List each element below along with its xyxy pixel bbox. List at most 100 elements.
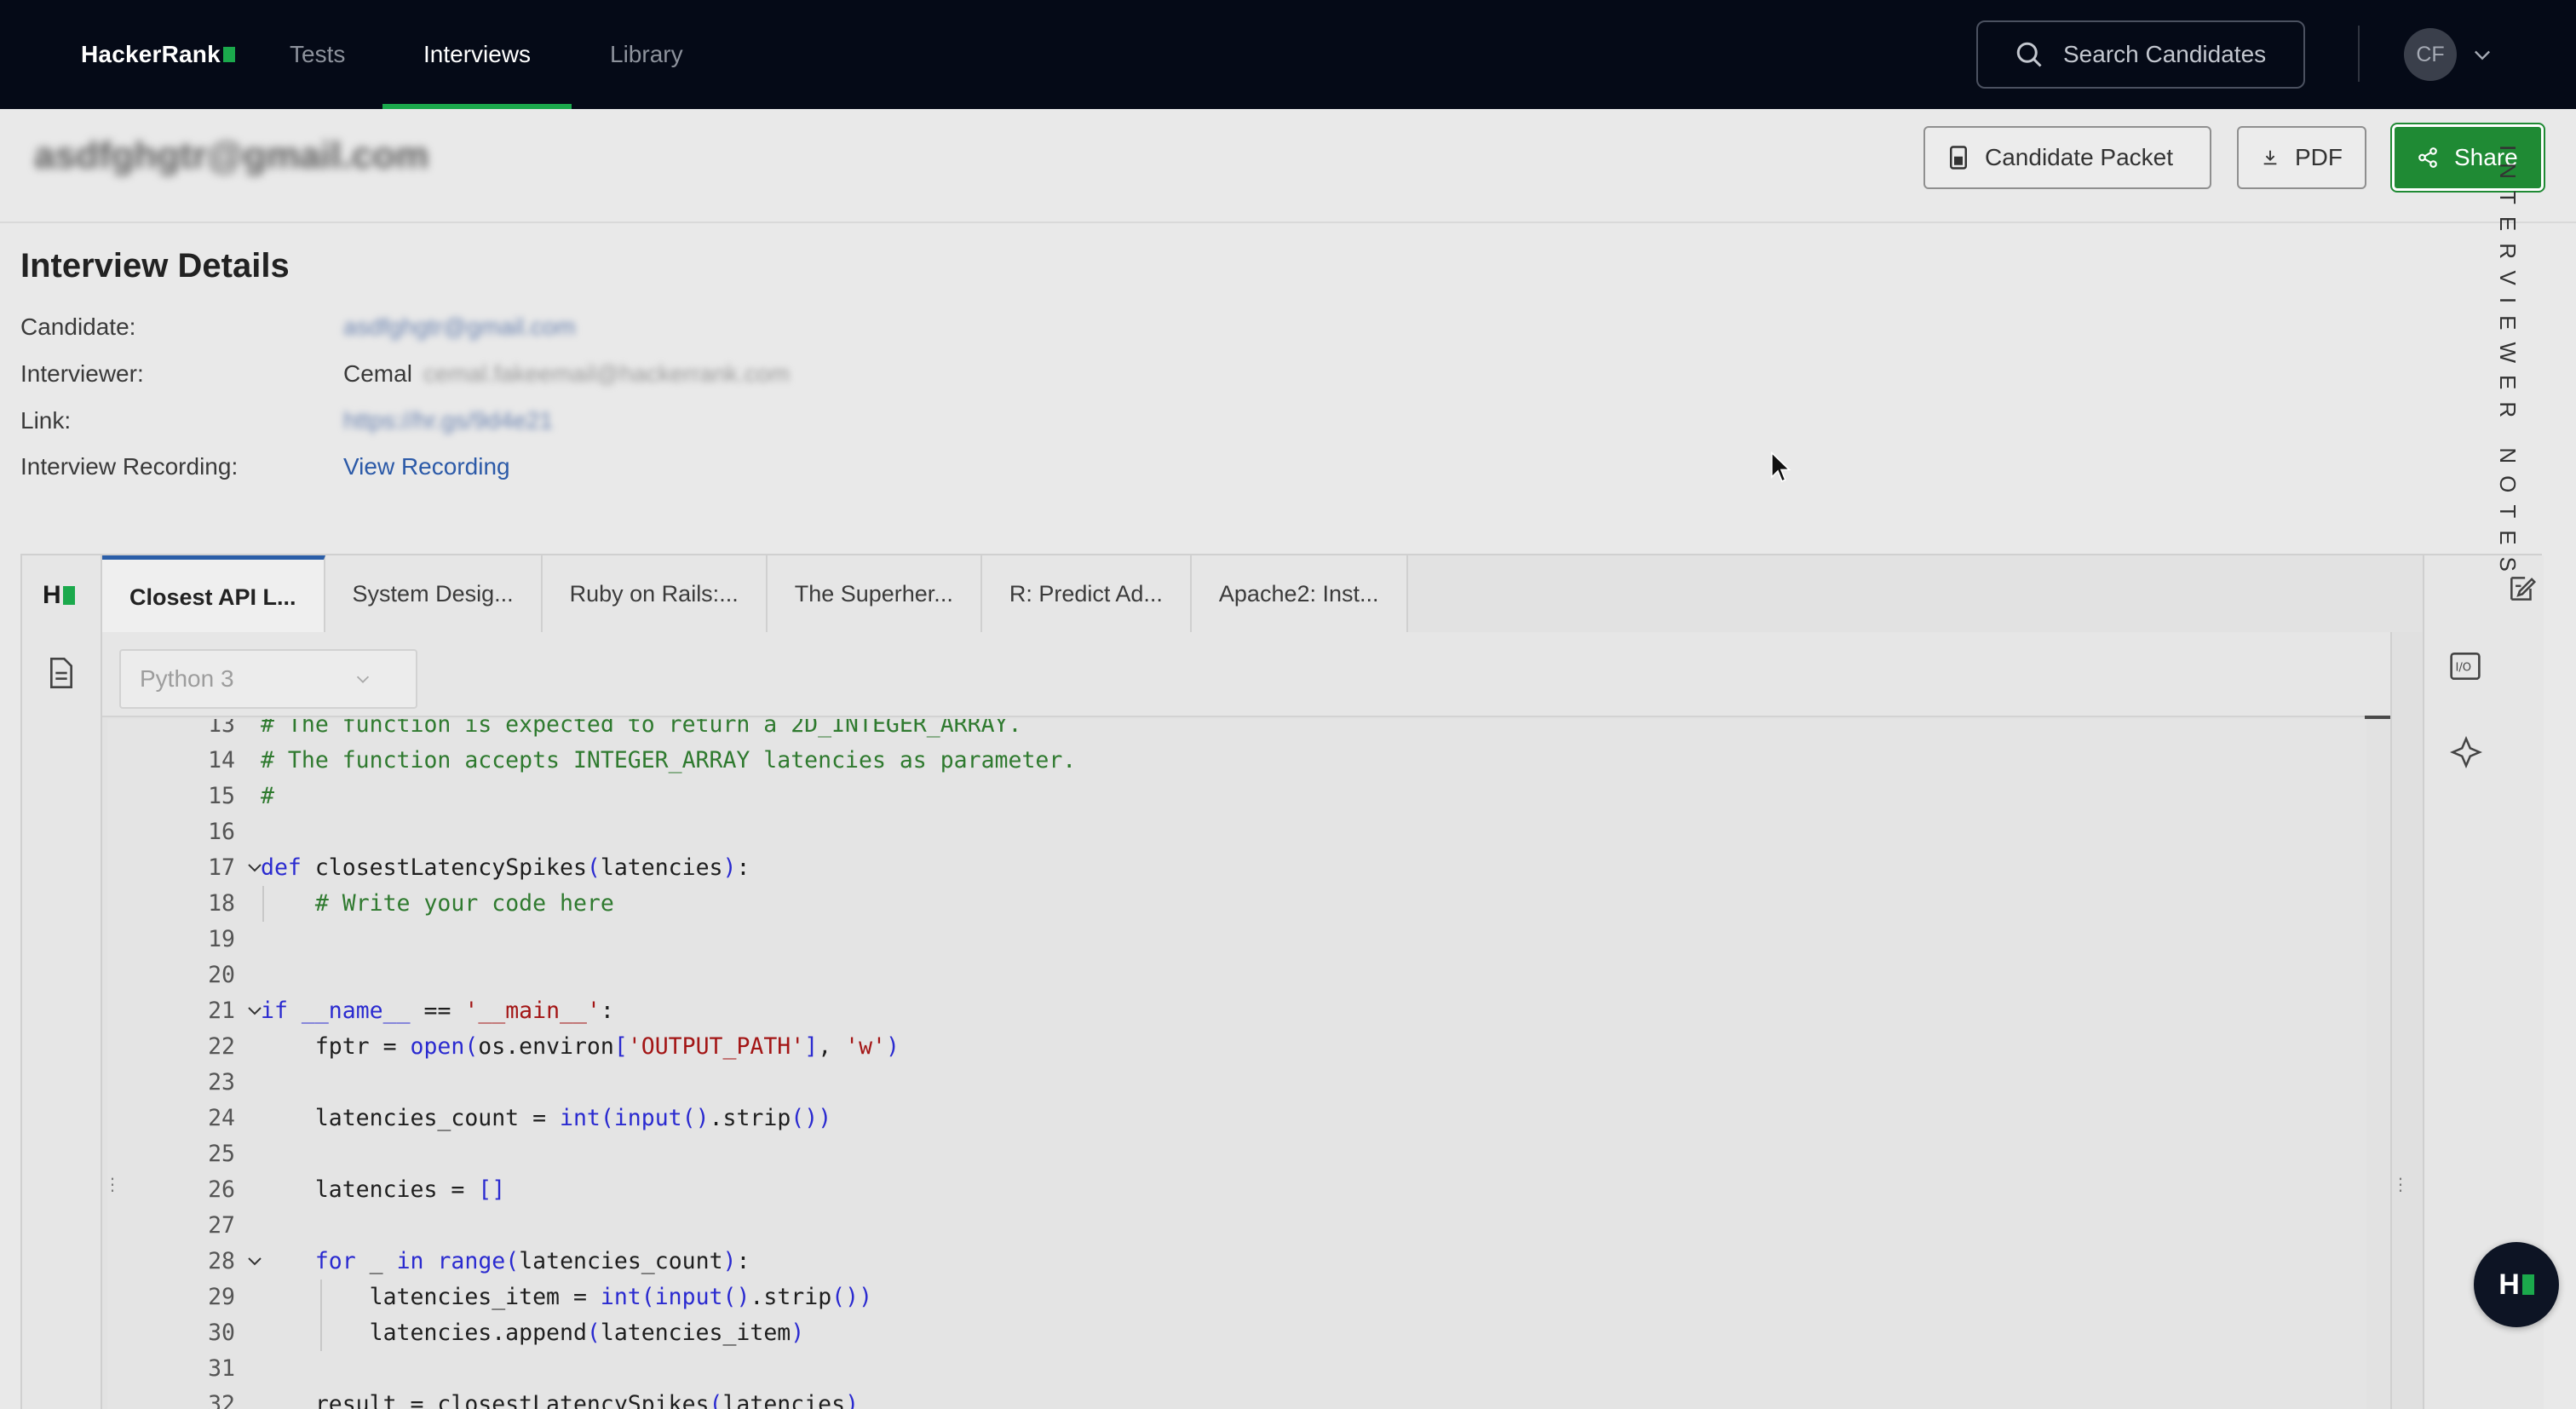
code-text: if __name__ == '__main__': (261, 998, 614, 1024)
io-icon[interactable]: I/O (2448, 651, 2482, 681)
code-line[interactable]: 27 (107, 1208, 2366, 1244)
candidate-email-link[interactable]: asdfghgtr@gmail.com (343, 313, 576, 341)
code-line[interactable]: 22 fptr = open(os.environ['OUTPUT_PATH']… (107, 1029, 2366, 1065)
line-number: 21 (208, 998, 235, 1024)
ai-sparkle-icon[interactable] (2450, 736, 2482, 768)
interview-link[interactable]: https://hr.gs/9d4e21 (343, 407, 553, 434)
line-number: 28 (208, 1248, 235, 1274)
nav-link-tests[interactable]: Tests (290, 0, 345, 109)
search-candidates-input[interactable]: Search Candidates (1976, 20, 2305, 89)
language-value: Python 3 (140, 665, 234, 692)
line-number: 18 (208, 890, 235, 917)
language-select[interactable]: Python 3 (119, 649, 417, 709)
share-button[interactable]: Share (2390, 123, 2545, 193)
code-line[interactable]: 25 (107, 1136, 2366, 1172)
candidate-packet-button[interactable]: Candidate Packet (1923, 126, 2211, 189)
right-resize-handle[interactable]: ⋮ (2392, 1176, 2409, 1193)
code-line[interactable]: 20 (107, 958, 2366, 993)
link-label: Link: (20, 407, 72, 434)
pdf-download-button[interactable]: PDF (2237, 126, 2366, 189)
pdf-label: PDF (2295, 144, 2343, 170)
nav-link-library[interactable]: Library (610, 0, 683, 109)
tab-question-5[interactable]: R: Predict Ad... (981, 555, 1192, 632)
line-number: 19 (208, 926, 235, 952)
nav-link-interviews[interactable]: Interviews (382, 0, 572, 109)
user-avatar[interactable]: CF (2404, 28, 2457, 81)
candidate-label: Candidate: (20, 313, 136, 340)
candidate-packet-label: Candidate Packet (1985, 144, 2174, 170)
top-navigation-bar: HackerRank Tests Interviews Library Sear… (0, 0, 2576, 109)
indent-guide (262, 886, 264, 922)
code-line[interactable]: 14 # The function accepts INTEGER_ARRAY l… (107, 743, 2366, 779)
interviewer-notes-label[interactable]: INTERVIEWER NOTES (2494, 145, 2521, 584)
tab-question-1[interactable]: Closest API L... (102, 555, 325, 632)
code-line[interactable]: 31 (107, 1351, 2366, 1387)
code-line[interactable]: 21 if __name__ == '__main__': (107, 993, 2366, 1029)
view-recording-link[interactable]: View Recording (343, 453, 510, 480)
svg-text:I/O: I/O (2456, 662, 2472, 675)
code-text: result = closestLatencySpikes(latencies) (261, 1391, 860, 1409)
mouse-cursor-icon (1771, 451, 1791, 482)
interview-recording-label: Interview Recording: (20, 453, 239, 480)
interviewer-email: cemal.fakeemail@hackerrank.com (423, 360, 790, 387)
code-line[interactable]: 28 for _ in range(latencies_count): (107, 1244, 2366, 1280)
hr-mini-logo: H (43, 581, 75, 610)
tab-question-4[interactable]: The Superher... (767, 555, 982, 632)
interviewer-name: Cemal (343, 360, 412, 387)
line-number: 31 (208, 1355, 235, 1382)
nav-divider (2358, 26, 2360, 82)
code-text: # (261, 783, 274, 809)
code-editor-panel: H Closest API L... System Desig... Ruby … (20, 554, 2544, 1409)
line-number: 29 (208, 1284, 235, 1310)
download-icon (2263, 150, 2277, 165)
left-resize-handle[interactable]: ⋮ (104, 1176, 121, 1193)
code-line[interactable]: 23 (107, 1065, 2366, 1101)
code-line[interactable]: 29 latencies_item = int(input().strip()) (107, 1280, 2366, 1315)
code-line[interactable]: 18 # Write your code here (107, 886, 2366, 922)
logo-text: HackerRank (81, 41, 221, 67)
line-number: 13 (208, 719, 235, 738)
line-number: 22 (208, 1033, 235, 1060)
code-line[interactable]: 15 # (107, 779, 2366, 814)
code-text: # The function accepts INTEGER_ARRAY lat… (261, 747, 1077, 774)
tab-question-6[interactable]: Apache2: Inst... (1191, 555, 1408, 632)
hackerrank-assistant-button[interactable]: H (2474, 1242, 2559, 1327)
code-text: latencies_item = int(input().strip()) (261, 1284, 873, 1310)
line-number: 16 (208, 819, 235, 845)
code-line[interactable]: 17 def closestLatencySpikes(latencies): (107, 850, 2366, 886)
question-tabs: Closest API L... System Desig... Ruby on… (102, 555, 1408, 632)
chevron-down-icon[interactable] (2470, 43, 2494, 66)
line-number: 14 (208, 747, 235, 774)
editor-toolbar: Python 3 (102, 632, 2394, 717)
code-text: # Write your code here (314, 890, 614, 917)
code-line[interactable]: 32 result = closestLatencySpikes(latenci… (107, 1387, 2366, 1409)
code-text: for _ in range(latencies_count): (314, 1248, 750, 1274)
search-icon (2016, 42, 2042, 67)
code-line[interactable]: 26 latencies = [] (107, 1172, 2366, 1208)
line-number: 30 (208, 1320, 235, 1346)
line-number: 25 (208, 1141, 235, 1167)
code-line[interactable]: 16 (107, 814, 2366, 850)
code-line[interactable]: 19 (107, 922, 2366, 958)
chevron-down-icon (356, 676, 369, 683)
problem-statement-icon[interactable] (46, 656, 77, 690)
line-number: 23 (208, 1069, 235, 1096)
code-line[interactable]: 13 # The function is expected to return a… (107, 719, 2366, 743)
code-area[interactable]: 13 # The function is expected to return a… (107, 719, 2366, 1409)
tab-question-3[interactable]: Ruby on Rails:... (542, 555, 768, 632)
line-number: 20 (208, 962, 235, 988)
candidate-header: asdfghgtr@gmail.com Candidate Packet PDF… (0, 109, 2576, 223)
document-icon (1950, 146, 1967, 170)
hackerrank-logo[interactable]: HackerRank (81, 37, 235, 72)
scroll-position-marker (2365, 716, 2390, 719)
line-number: 17 (208, 854, 235, 881)
line-number: 32 (208, 1391, 235, 1409)
code-line[interactable]: 30 latencies.append(latencies_item) (107, 1315, 2366, 1351)
logo-square-icon (222, 47, 235, 62)
indent-guide (320, 1280, 322, 1351)
editor-scrollbar[interactable] (2390, 632, 2423, 1409)
tab-question-2[interactable]: System Desig... (325, 555, 543, 632)
search-placeholder: Search Candidates (2063, 41, 2267, 67)
line-number: 26 (208, 1176, 235, 1203)
code-line[interactable]: 24 latencies_count = int(input().strip()… (107, 1101, 2366, 1136)
